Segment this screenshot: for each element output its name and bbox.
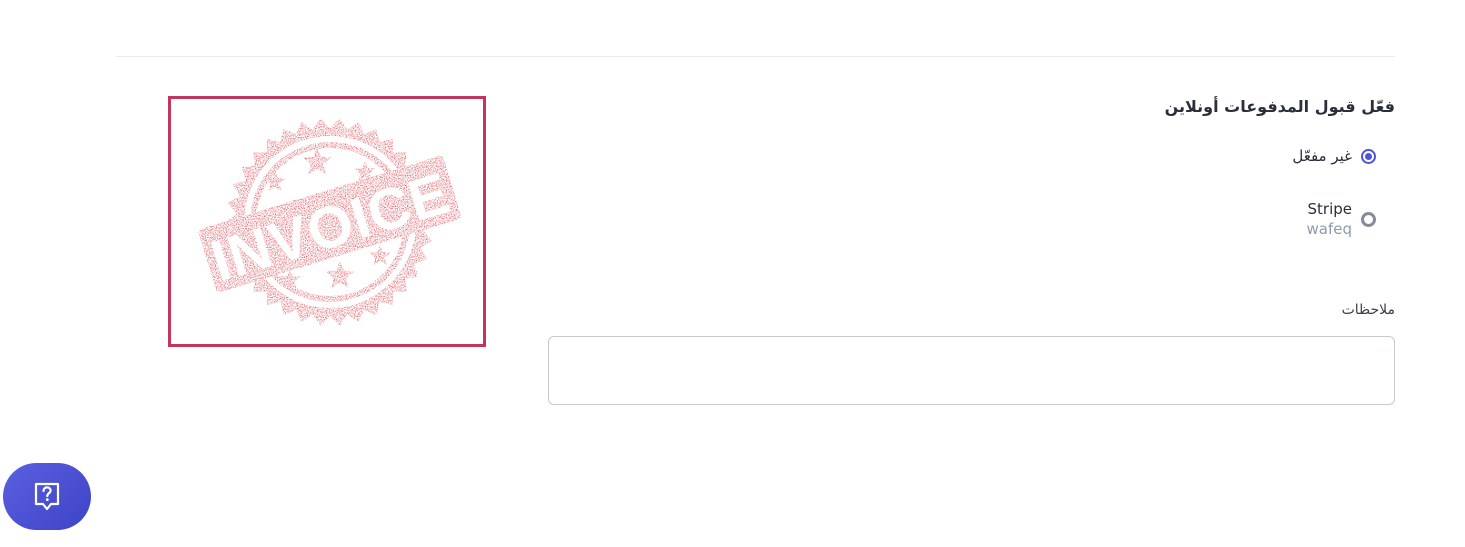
online-payments-title: فعّل قبول المدفوعات أونلاين (1164, 97, 1395, 116)
invoice-stamp-image: INVOICE (168, 96, 486, 347)
notes-field[interactable] (548, 336, 1395, 405)
divider (116, 56, 1395, 57)
help-button[interactable] (3, 463, 91, 530)
payment-option-stripe[interactable]: Stripe wafeq (1307, 199, 1376, 239)
radio-disabled-label: غير مفعّل (1292, 147, 1352, 165)
radio-stripe-sublabel: wafeq (1306, 220, 1353, 238)
radio-stripe[interactable] (1361, 211, 1376, 227)
payment-option-disabled[interactable]: غير مفعّل (1292, 147, 1376, 165)
invoice-stamp-graphic: INVOICE (198, 117, 461, 326)
help-question-icon (34, 482, 60, 510)
radio-stripe-label: Stripe (1307, 200, 1353, 218)
notes-label: ملاحظات (1341, 302, 1395, 318)
radio-disabled[interactable] (1361, 148, 1376, 164)
page: INVOICE فعّل قبول المدفوعات أونلاين غير … (0, 0, 1465, 547)
radio-stripe-text: Stripe wafeq (1307, 199, 1353, 239)
